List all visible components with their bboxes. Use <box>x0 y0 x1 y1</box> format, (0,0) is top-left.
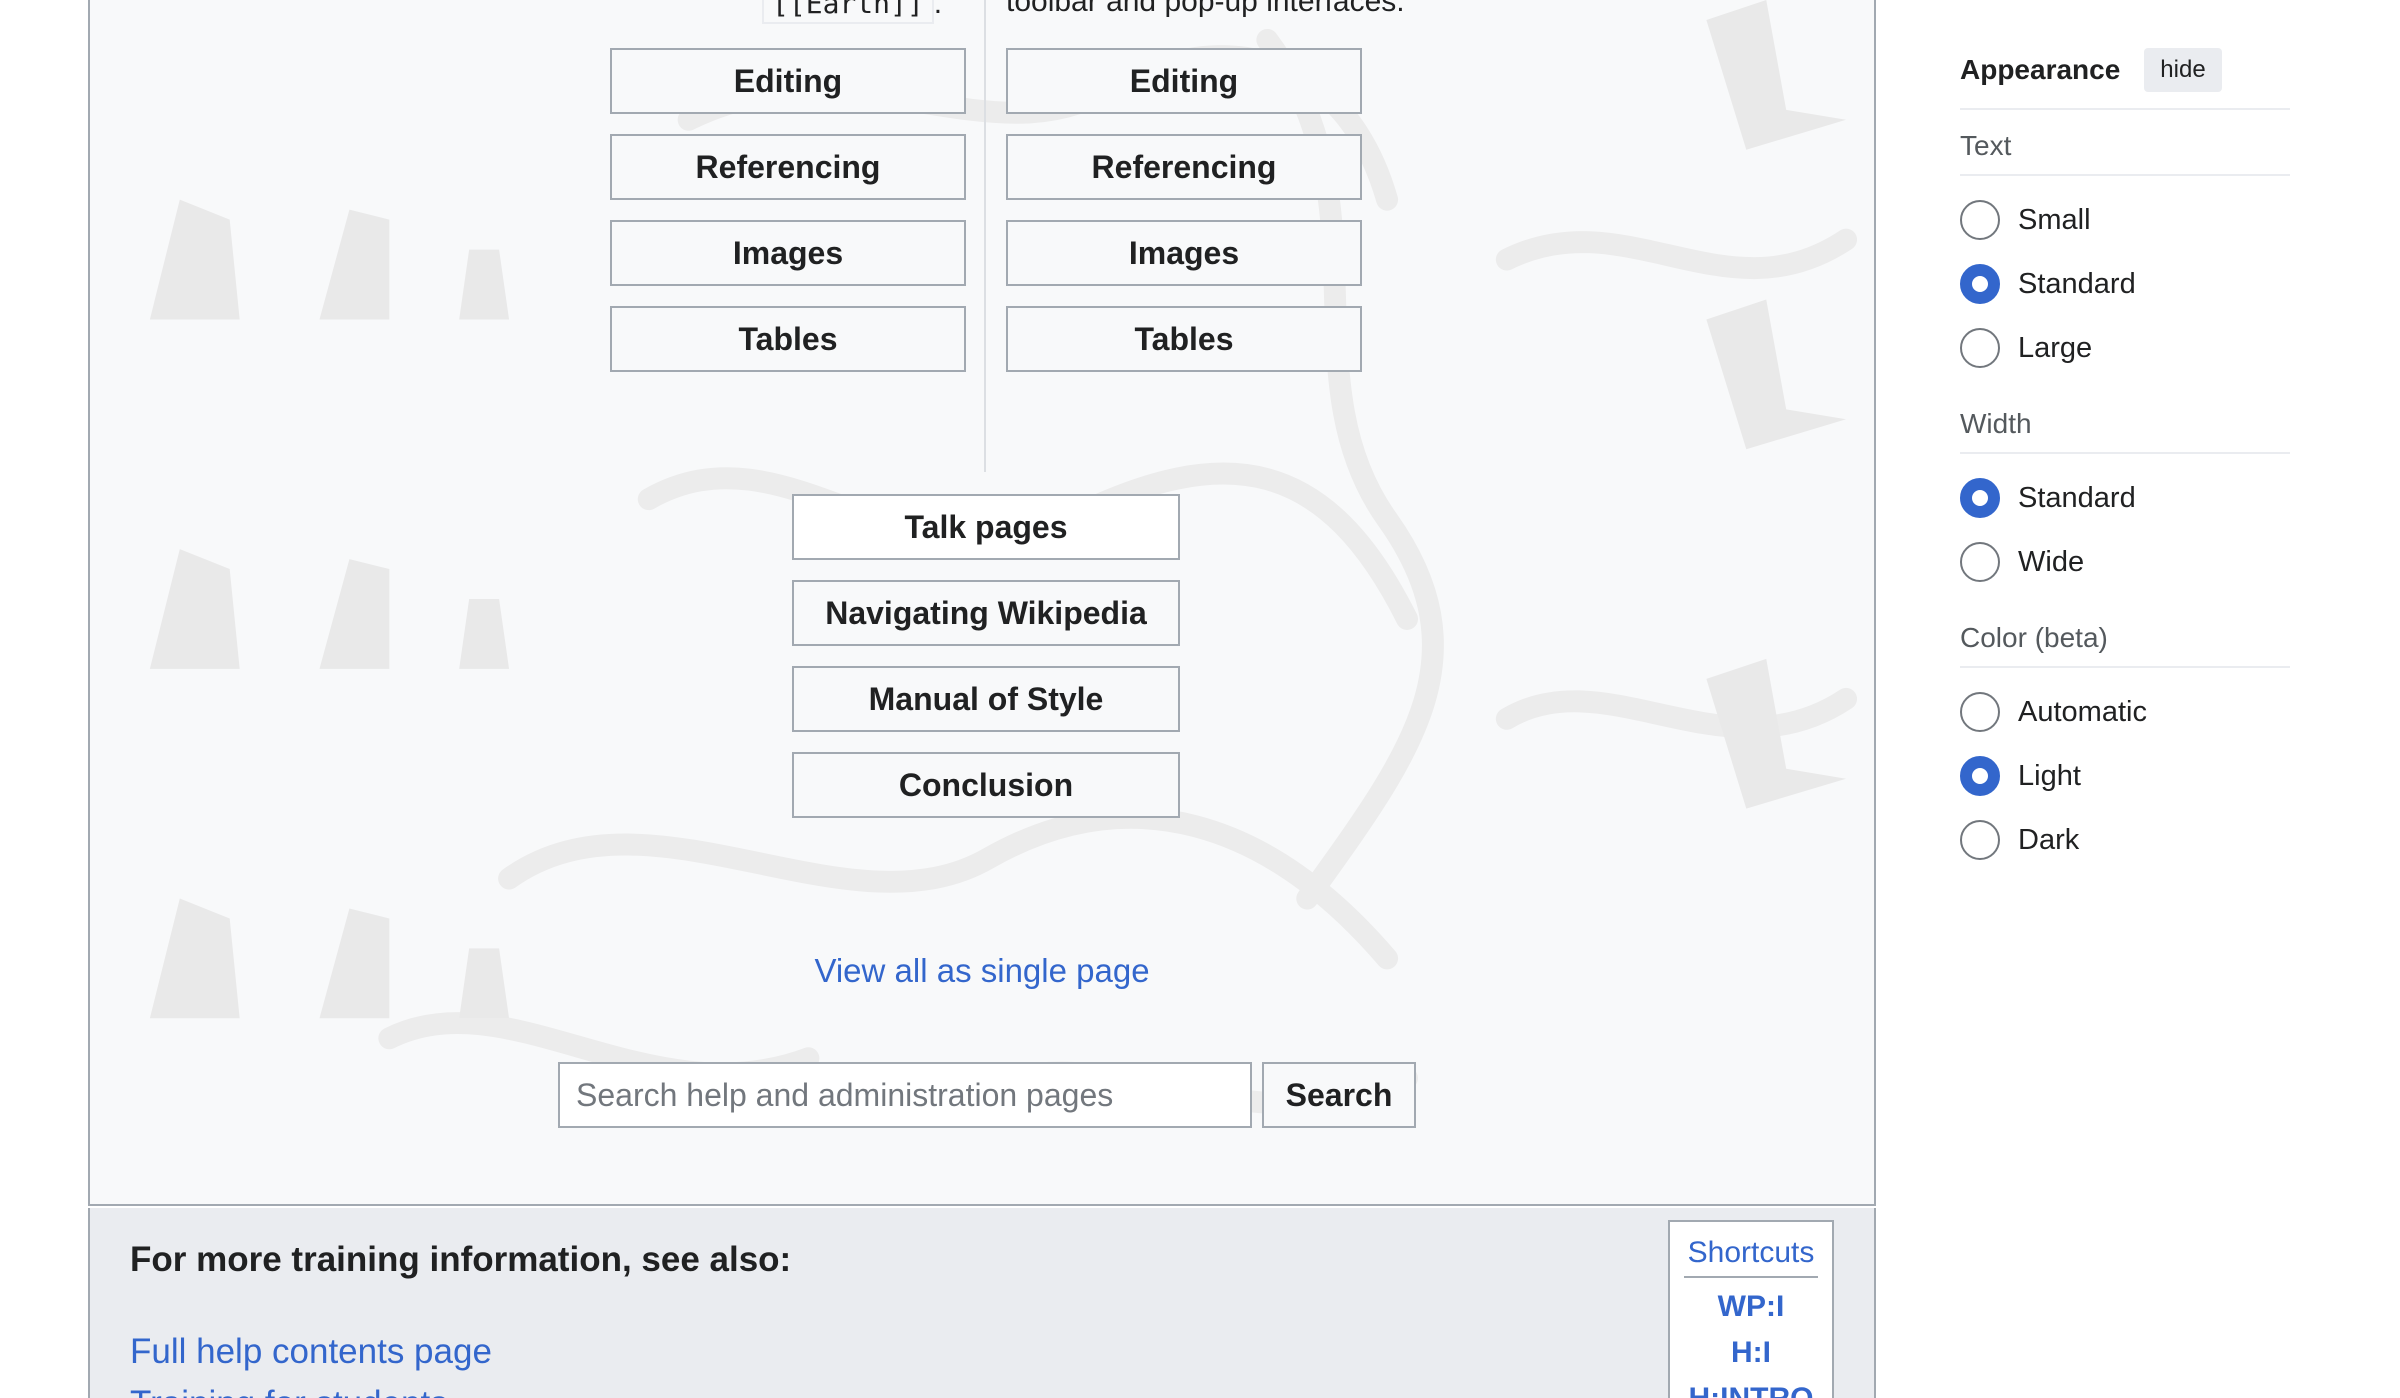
help-search-input[interactable] <box>558 1062 1252 1128</box>
option-label: Wide <box>2018 545 2085 578</box>
option-label: Small <box>2018 203 2091 236</box>
conclusion-button[interactable]: Conclusion <box>792 752 1180 818</box>
shortcuts-title[interactable]: Shortcuts <box>1684 1236 1818 1278</box>
radio-unchecked-icon[interactable] <box>1960 542 2000 582</box>
source-referencing-button[interactable]: Referencing <box>610 134 966 200</box>
text-size-options: Small Standard Large <box>1960 176 2290 388</box>
earth-wikilink-code: [[Earth]] <box>762 0 934 24</box>
manual-of-style-button[interactable]: Manual of Style <box>792 666 1180 732</box>
color-options: Automatic Light Dark <box>1960 668 2290 880</box>
appearance-title: Appearance <box>1960 54 2121 85</box>
visual-tables-button[interactable]: Tables <box>1006 306 1362 372</box>
option-label: Dark <box>2018 823 2080 856</box>
page: [[Earth]]. toolbar and pop-up interfaces… <box>0 0 2400 1398</box>
color-dark-option[interactable]: Dark <box>1960 808 2290 872</box>
option-label: Automatic <box>2018 695 2147 728</box>
option-label: Standard <box>2018 481 2136 514</box>
navigating-wikipedia-button[interactable]: Navigating Wikipedia <box>792 580 1180 646</box>
column-divider <box>984 0 986 472</box>
search-button[interactable]: Search <box>1262 1062 1416 1128</box>
source-tables-button[interactable]: Tables <box>610 306 966 372</box>
shortcut-h-i[interactable]: H:I <box>1670 1336 1832 1370</box>
source-images-button[interactable]: Images <box>610 220 966 286</box>
option-label: Light <box>2018 759 2081 792</box>
full-help-contents-link[interactable]: Full help contents page <box>130 1332 492 1372</box>
shortcut-wp-i[interactable]: WP:I <box>1670 1290 1832 1324</box>
color-label: Color (beta) <box>1960 602 2290 668</box>
radio-unchecked-icon[interactable] <box>1960 820 2000 860</box>
appearance-header: Appearance hide <box>1960 48 2290 110</box>
see-also-heading: For more training information, see also: <box>130 1240 792 1279</box>
view-single-page-link[interactable]: View all as single page <box>90 952 1874 990</box>
radio-unchecked-icon[interactable] <box>1960 200 2000 240</box>
appearance-panel: Appearance hide Text Small Standard Larg… <box>1960 48 2290 880</box>
tutorial-panel: [[Earth]]. toolbar and pop-up interfaces… <box>88 0 1876 1206</box>
training-for-students-link[interactable]: Training for students <box>130 1384 448 1398</box>
example-wikilink-text: [[Earth]]. <box>762 0 942 24</box>
visual-referencing-button[interactable]: Referencing <box>1006 134 1362 200</box>
hide-appearance-button[interactable]: hide <box>2144 48 2222 92</box>
text-size-standard-option[interactable]: Standard <box>1960 252 2290 316</box>
color-automatic-option[interactable]: Automatic <box>1960 680 2290 744</box>
radio-checked-icon[interactable] <box>1960 264 2000 304</box>
text-size-label: Text <box>1960 110 2290 176</box>
option-label: Standard <box>2018 267 2136 300</box>
color-light-option[interactable]: Light <box>1960 744 2290 808</box>
earth-wikilink-period: . <box>933 0 943 20</box>
shortcut-h-intro[interactable]: H:INTRO <box>1670 1382 1832 1398</box>
width-wide-option[interactable]: Wide <box>1960 530 2290 594</box>
radio-unchecked-icon[interactable] <box>1960 692 2000 732</box>
radio-unchecked-icon[interactable] <box>1960 328 2000 368</box>
width-label: Width <box>1960 388 2290 454</box>
visual-images-button[interactable]: Images <box>1006 220 1362 286</box>
talk-pages-button[interactable]: Talk pages <box>792 494 1180 560</box>
toolbar-description-text: toolbar and pop-up interfaces. <box>1006 0 1405 18</box>
shortcuts-box: Shortcuts WP:I H:I H:INTRO <box>1668 1220 1834 1398</box>
radio-checked-icon[interactable] <box>1960 756 2000 796</box>
width-standard-option[interactable]: Standard <box>1960 466 2290 530</box>
visual-editing-button[interactable]: Editing <box>1006 48 1362 114</box>
width-options: Standard Wide <box>1960 454 2290 602</box>
radio-checked-icon[interactable] <box>1960 478 2000 518</box>
text-size-small-option[interactable]: Small <box>1960 188 2290 252</box>
source-editing-button[interactable]: Editing <box>610 48 966 114</box>
text-size-large-option[interactable]: Large <box>1960 316 2290 380</box>
option-label: Large <box>2018 331 2093 364</box>
see-also-section: For more training information, see also:… <box>88 1208 1876 1398</box>
